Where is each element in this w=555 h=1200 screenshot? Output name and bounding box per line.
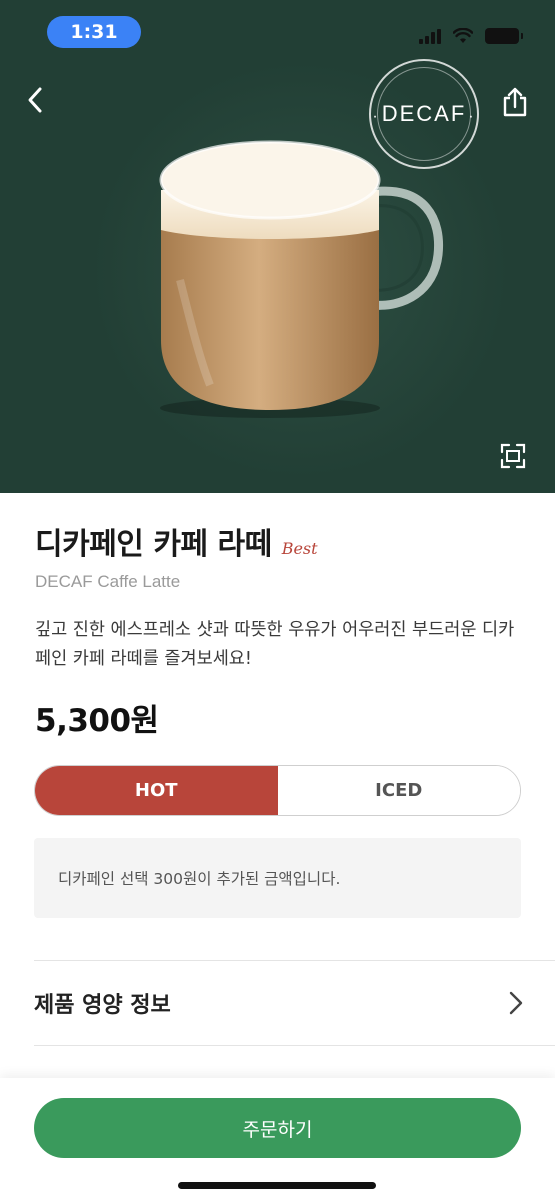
expand-icon	[500, 443, 526, 469]
order-button[interactable]: 주문하기	[34, 1098, 521, 1158]
decaf-price-notice: 디카페인 선택 300원이 추가된 금액입니다.	[34, 838, 521, 918]
expand-image-button[interactable]	[495, 438, 531, 474]
bottom-bar: 주문하기	[0, 1078, 555, 1200]
chevron-right-icon	[509, 991, 523, 1015]
latte-mug-image	[159, 140, 444, 418]
status-icons	[419, 28, 523, 44]
best-tag: Best	[281, 539, 318, 558]
temperature-toggle: HOT ICED	[34, 765, 521, 816]
nutrition-info-row[interactable]: 제품 영양 정보	[34, 963, 524, 1043]
divider	[34, 1045, 555, 1046]
hot-option-button[interactable]: HOT	[35, 766, 278, 815]
title-row: 디카페인 카페 라떼 Best	[35, 519, 318, 563]
decaf-badge-text: DECAF	[370, 101, 477, 127]
share-button[interactable]	[495, 80, 535, 124]
wifi-icon	[453, 28, 473, 43]
product-english-name: DECAF Caffe Latte	[35, 572, 181, 591]
divider	[34, 960, 555, 961]
signal-icon	[419, 28, 441, 44]
home-indicator	[178, 1182, 376, 1189]
product-description: 깊고 진한 에스프레소 샷과 따뜻한 우유가 어우러진 부드러운 디카페인 카페…	[35, 620, 515, 669]
back-icon	[28, 87, 42, 113]
status-time: 1:31	[47, 16, 141, 48]
notice-text: 디카페인 선택 300원이 추가된 금액입니다.	[58, 870, 341, 888]
nutrition-info-label: 제품 영양 정보	[34, 993, 171, 1018]
iced-option-button[interactable]: ICED	[277, 766, 520, 815]
product-hero-image: 1:31 DECAF	[0, 0, 555, 493]
product-title: 디카페인 카페 라떼	[35, 527, 272, 562]
battery-icon	[485, 28, 523, 44]
share-icon	[503, 87, 527, 117]
status-bar: 1:31	[0, 0, 555, 64]
product-price: 5,300원	[35, 703, 159, 739]
back-button[interactable]	[14, 76, 58, 124]
